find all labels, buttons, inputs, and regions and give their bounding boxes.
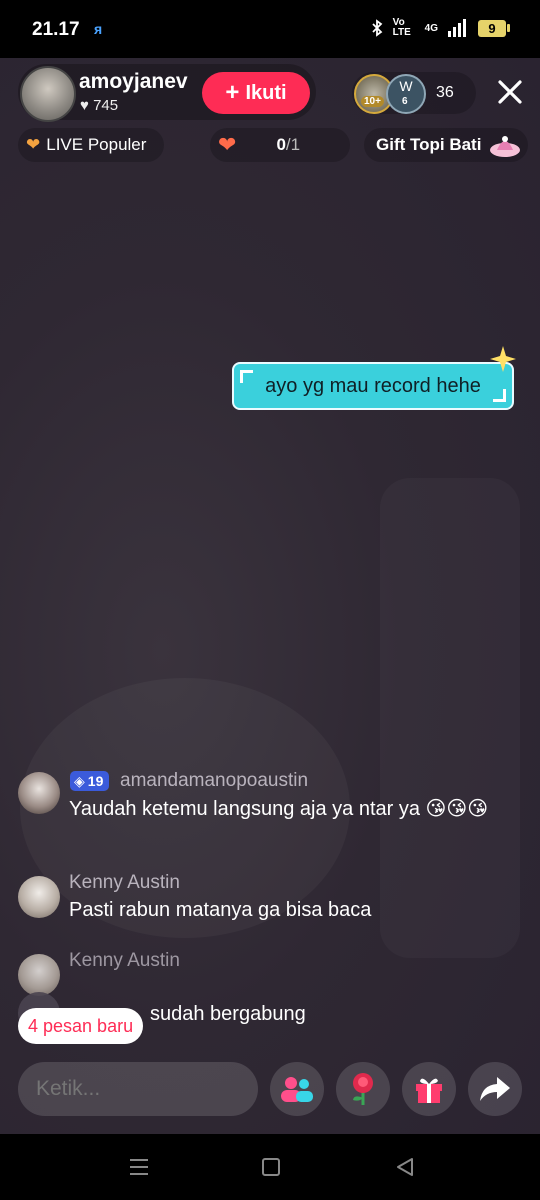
bluetooth-icon	[372, 19, 383, 37]
live-video-stage[interactable]	[0, 58, 540, 1134]
status-bar: 21.17 ᴙ Vo LTE 4G 9	[0, 0, 540, 58]
guests-button[interactable]	[270, 1062, 324, 1116]
people-icon	[281, 1077, 313, 1102]
join-message: sudah bergabung	[150, 1003, 306, 1025]
likes-count: 745	[93, 97, 119, 114]
top-viewer-avatar[interactable]: W	[386, 74, 426, 114]
viewer-initial: W	[399, 78, 413, 94]
network-type: 4G	[424, 22, 438, 34]
text-sticker: ayo yg mau record hehe	[232, 362, 514, 410]
chat-message: Yaudah ketemu langsung aja ya ntar ya 😘😘…	[69, 798, 489, 820]
host-avatar[interactable]	[20, 66, 76, 122]
chat-message: Pasti rabun matanya ga bisa baca	[69, 899, 372, 921]
status-icons: Vo LTE 4G 9	[371, 18, 510, 38]
chat-avatar[interactable]	[18, 772, 60, 814]
back-icon[interactable]	[394, 1156, 416, 1178]
signal-icon	[448, 19, 466, 37]
app-notification-icon: ᴙ	[94, 21, 103, 37]
close-icon[interactable]	[494, 76, 526, 108]
new-messages-button[interactable]: 4 pesan baru	[18, 1008, 144, 1044]
hat-gift-icon	[490, 136, 520, 157]
status-time: 21.17	[32, 19, 80, 40]
gift-goal-chip[interactable]: ❤ 0/1	[210, 128, 350, 162]
goal-progress: 0/1	[276, 135, 301, 154]
follow-label: Ikuti	[245, 81, 287, 104]
chat-avatar[interactable]	[18, 876, 60, 918]
share-button[interactable]	[468, 1062, 522, 1116]
chat-username[interactable]: amandamanopoaustin	[120, 770, 308, 792]
host-name[interactable]: amoyjanev	[79, 70, 188, 94]
gift-box-icon	[416, 1078, 442, 1103]
level-number: 19	[87, 773, 104, 789]
rose-icon	[353, 1073, 373, 1105]
live-popular-chip[interactable]: ❤ LIVE Populer	[18, 128, 164, 162]
follow-button[interactable]: + Ikuti	[202, 72, 310, 114]
volte-icon: Vo LTE	[392, 17, 411, 38]
recent-apps-icon[interactable]	[128, 1158, 150, 1176]
chat-username[interactable]: Kenny Austin	[69, 950, 180, 972]
rose-gift-button[interactable]	[336, 1062, 390, 1116]
live-popular-label: LIVE Populer	[46, 135, 147, 154]
plus-icon: +	[225, 79, 240, 106]
heart-gift-icon: ❤	[218, 132, 237, 157]
viewer-count[interactable]: 36	[436, 84, 454, 102]
home-icon[interactable]	[262, 1158, 280, 1176]
gift-promo-label: Gift Topi Bati	[376, 135, 482, 154]
sparkle-icon	[490, 346, 516, 372]
chat-username[interactable]: Kenny Austin	[69, 872, 180, 894]
video-shape	[380, 478, 520, 958]
battery-icon: 9	[478, 19, 510, 37]
viewer-rank-badge: 10+	[361, 96, 384, 107]
host-likes: ♥ 745	[80, 97, 118, 114]
comment-input[interactable]	[18, 1062, 258, 1116]
heart-icon: ♥	[80, 97, 89, 114]
chat-message	[69, 976, 509, 986]
diamond-icon: ◈	[74, 772, 85, 789]
viewer-rank-badge: 6	[399, 96, 411, 107]
sticker-text: ayo yg mau record hehe	[265, 374, 481, 397]
gift-button[interactable]	[402, 1062, 456, 1116]
level-badge: ◈ 19	[70, 771, 110, 791]
share-arrow-icon	[480, 1077, 510, 1101]
broken-heart-icon: ❤	[26, 135, 41, 154]
chat-avatar[interactable]	[18, 954, 60, 996]
